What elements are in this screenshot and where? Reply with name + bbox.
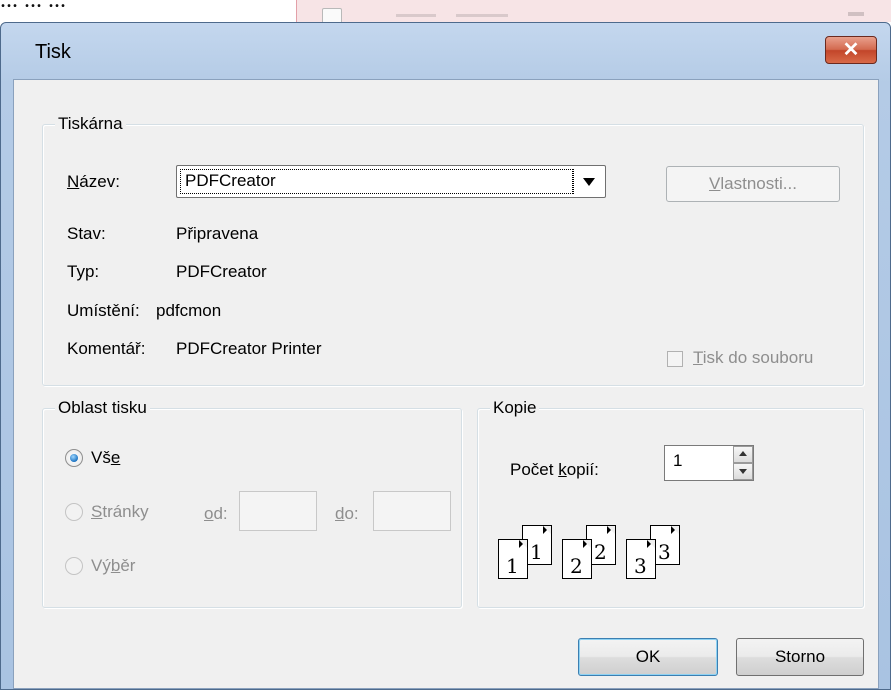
copies-group: Kopie Počet kopií: 1 1 1 2 2 3 3: [477, 397, 864, 608]
type-label: Typ:: [67, 262, 100, 281]
spinner-buttons: [733, 446, 753, 480]
location-value: pdfcmon: [156, 301, 222, 320]
properties-button[interactable]: Vlastnosti...: [666, 166, 840, 202]
radio-all[interactable]: [65, 449, 83, 467]
printer-name-select[interactable]: PDFCreator: [176, 165, 606, 198]
radio-selected-dot: [70, 454, 78, 462]
collate-page-front: 1: [498, 539, 528, 579]
close-button[interactable]: ✕: [825, 36, 877, 64]
dialog-client-area: Tiskárna Název: PDFCreator Vlastnosti...…: [13, 79, 879, 689]
printer-name-label: Název:: [67, 172, 120, 191]
from-label: od:: [204, 504, 228, 523]
printer-group-legend: Tiskárna: [55, 113, 126, 135]
title-bar[interactable]: Tisk ✕: [1, 23, 890, 79]
background-text-fragment: [396, 14, 436, 17]
print-range-group: Oblast tisku Vše Stránky od: do: Výběr: [42, 397, 462, 608]
radio-all-label[interactable]: Vše: [91, 447, 120, 469]
dialog-title: Tisk: [35, 41, 71, 63]
cancel-button[interactable]: Storno: [736, 638, 864, 676]
to-page-input[interactable]: [373, 491, 451, 531]
dropdown-separator: [573, 169, 575, 194]
printer-group: Tiskárna Název: PDFCreator Vlastnosti...…: [42, 113, 864, 386]
type-value: PDFCreator: [176, 262, 267, 281]
print-to-file-label[interactable]: Tisk do souboru: [693, 347, 813, 369]
radio-selection[interactable]: [65, 557, 83, 575]
copies-legend: Kopie: [490, 397, 540, 419]
radio-selection-label[interactable]: Výběr: [91, 555, 135, 577]
to-label: do:: [335, 504, 359, 523]
from-page-input[interactable]: [239, 491, 317, 531]
spinner-down-icon[interactable]: [733, 463, 753, 480]
status-label: Stav:: [67, 224, 106, 243]
close-icon: ✕: [842, 39, 860, 61]
background-text-fragment: [848, 12, 864, 16]
copies-count-spinner[interactable]: 1: [664, 445, 754, 481]
ok-button[interactable]: OK: [578, 638, 718, 676]
comment-value: PDFCreator Printer: [176, 339, 322, 358]
radio-pages-label[interactable]: Stránky: [91, 501, 149, 523]
spinner-up-icon[interactable]: [733, 446, 753, 463]
print-to-file-checkbox[interactable]: [667, 351, 683, 367]
collate-pages-icon: 1 1 2 2 3 3: [498, 513, 718, 583]
location-label: Umístění:: [67, 301, 140, 320]
collate-page-front: 2: [562, 539, 592, 579]
comment-label: Komentář:: [67, 339, 146, 358]
chevron-down-icon[interactable]: [583, 178, 595, 186]
print-range-legend: Oblast tisku: [55, 397, 150, 419]
background-text-fragment: [456, 14, 508, 17]
print-dialog: Tisk ✕ Tiskárna Název: PDFCreator Vlastn…: [0, 22, 891, 690]
background-highlight-row: [297, 0, 891, 22]
background-text: ... ... ...: [0, 0, 270, 10]
printer-name-value: PDFCreator: [185, 171, 276, 190]
copies-count-value: 1: [673, 451, 683, 470]
radio-pages[interactable]: [65, 503, 83, 521]
copies-count-label: Počet kopií:: [510, 460, 599, 479]
collate-page-front: 3: [626, 539, 656, 579]
status-value: Připravena: [176, 224, 259, 243]
